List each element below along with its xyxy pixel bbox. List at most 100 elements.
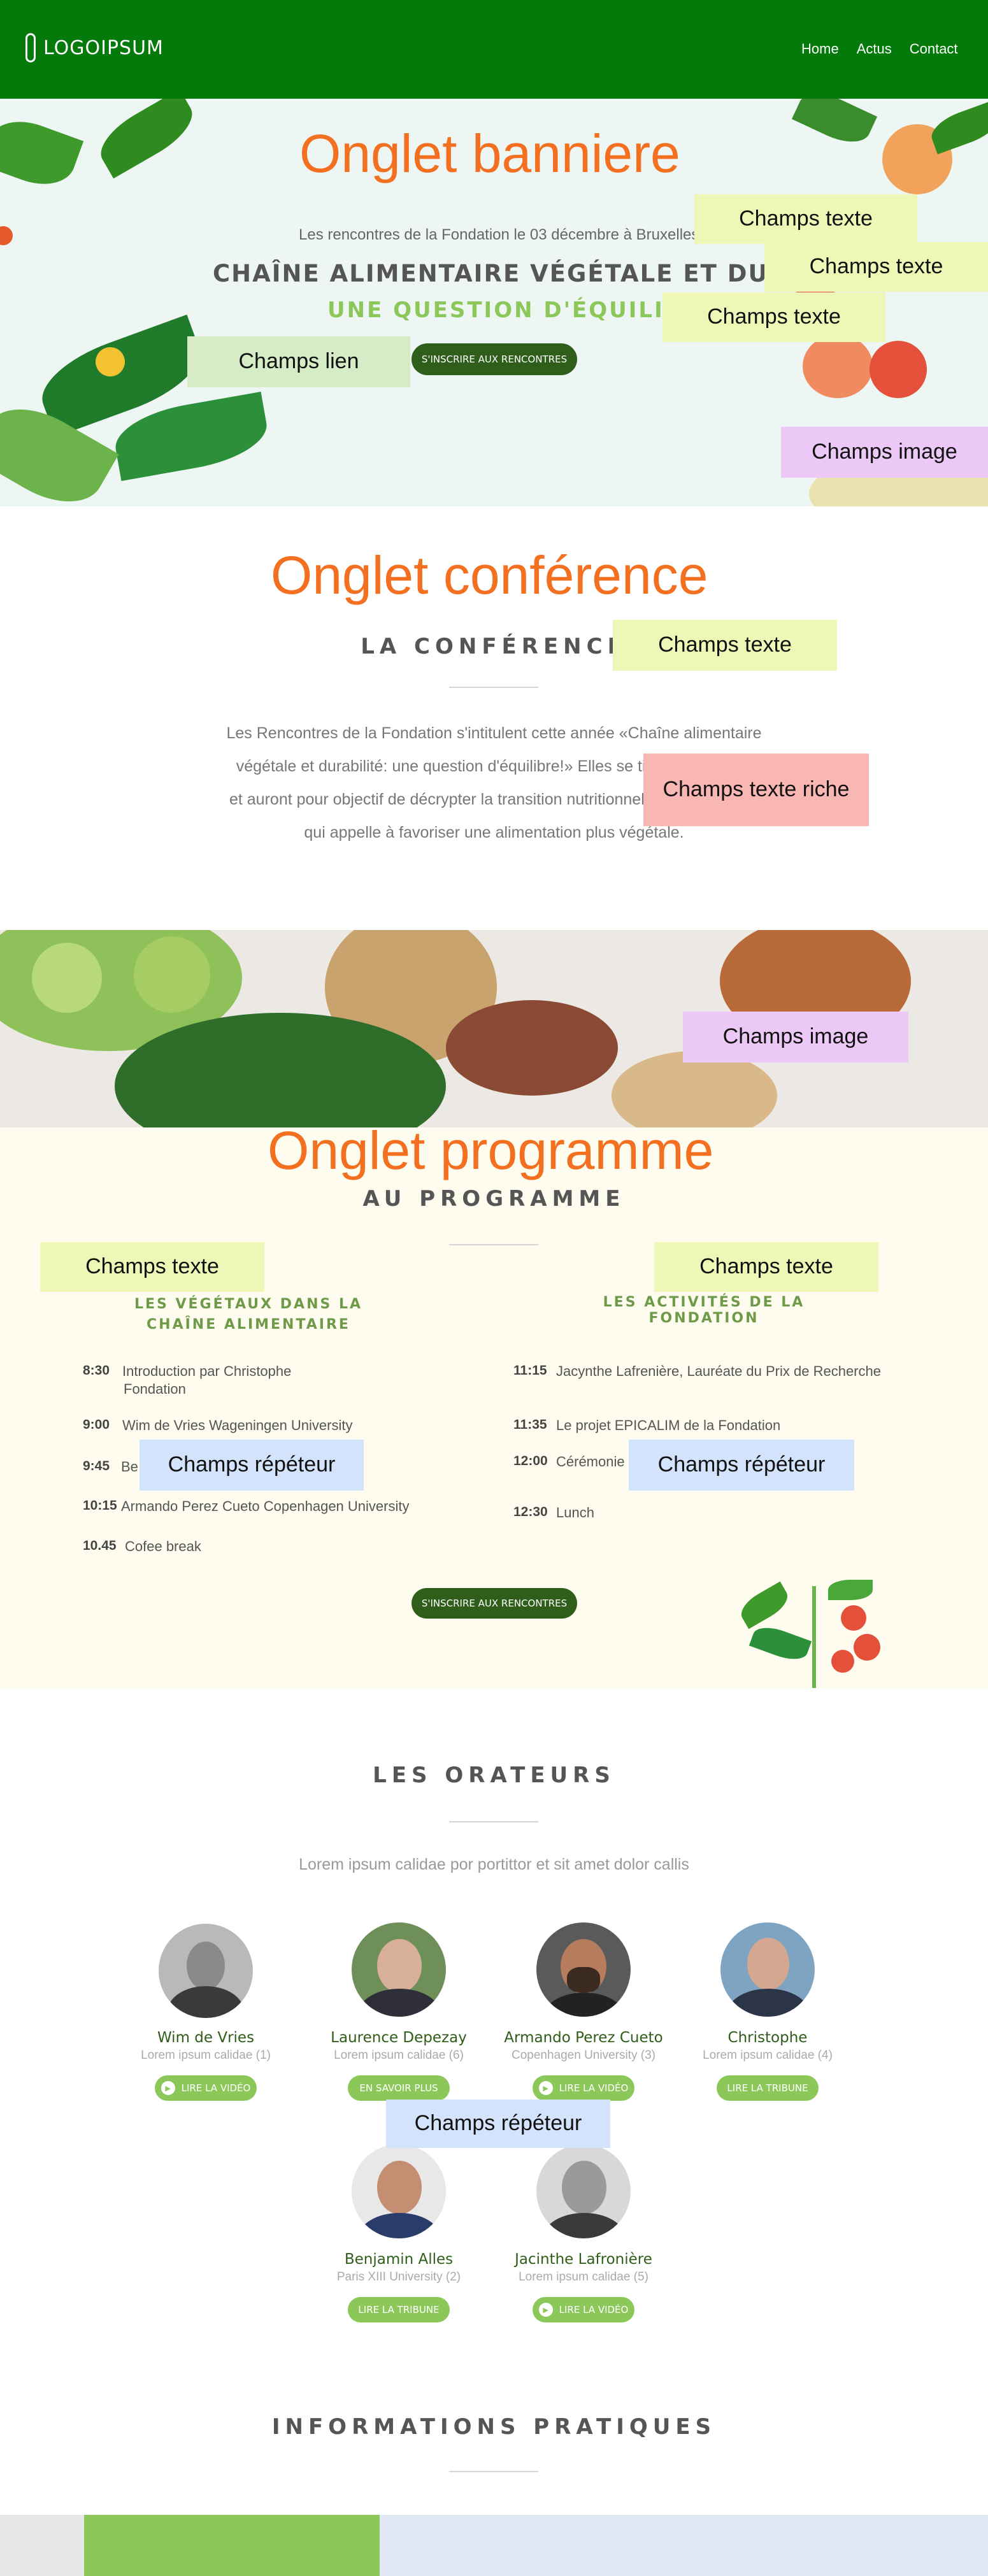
main-nav: Home Actus Contact [801,41,958,57]
programme-time: 12:00 [513,1454,548,1468]
onglet-conference-label: Onglet conférence [271,545,708,605]
programme-text: Introduction par Christophe [122,1363,292,1379]
speaker-subtitle: Copenhagen University (3) [511,2049,655,2062]
onglet-banniere-label: Onglet banniere [299,124,680,183]
speaker-name: Armando Perez Cueto [504,2029,663,2046]
play-icon: ▶ [538,2081,553,2095]
avatar [536,2144,631,2238]
orateurs-section: LES ORATEURS Lorem ipsum calidae por por… [0,1688,988,2357]
image-band: Champs image [0,930,988,1127]
tag-programme-champs-texte-right: Champs texte [654,1242,878,1292]
tag-champs-texte-3: Champs texte [662,292,885,342]
speaker-button-label: LIRE LA VIDÉO [559,2082,629,2094]
programme-time: 12:30 [513,1505,548,1519]
programme-time: 10.45 [83,1538,117,1553]
orateurs-intro: Lorem ipsum calidae por portittor et sit… [299,1856,689,1873]
programme-separator [449,1244,538,1245]
conference-separator [449,687,538,688]
programme-time: 10:15 [83,1498,117,1513]
logo-text: LOGOIPSUM [43,36,164,59]
map-tile [0,2515,84,2576]
speaker-subtitle: Lorem ipsum calidae (5) [519,2270,648,2284]
tag-programme-champs-texte-left: Champs texte [40,1242,264,1292]
programme-text-2: Fondation [124,1381,186,1397]
speaker-name: Christophe [727,2029,808,2046]
speaker-name: Benjamin Alles [344,2251,454,2268]
banner-date-line: Les rencontres de la Fondation le 03 déc… [299,226,699,243]
speaker-subtitle: Lorem ipsum calidae (1) [141,2049,271,2062]
speaker-button-label: EN SAVOIR PLUS [359,2082,438,2094]
programme-text: Cofee break [125,1538,201,1554]
conference-section: Onglet conférence LA CONFÉRENCE Les Renc… [0,506,988,930]
orateurs-title: LES ORATEURS [373,1763,615,1788]
banner-section: Onglet banniere Les rencontres de la Fon… [0,99,988,506]
speaker-video-button[interactable]: ▶ LIRE LA VIDÉO [533,2075,634,2101]
logo[interactable]: LOGOIPSUM [25,33,164,62]
speaker-subtitle: Paris XIII University (2) [336,2270,461,2284]
speaker-tribune-button[interactable]: LIRE LA TRIBUNE [348,2297,450,2322]
speaker-name: Wim de Vries [157,2029,255,2046]
onglet-programme-label: Onglet programme [268,1127,714,1180]
speaker-more-button[interactable]: EN SAVOIR PLUS [348,2075,450,2101]
nav-actus[interactable]: Actus [857,41,892,57]
infos-title: INFORMATIONS PRATIQUES [271,2414,717,2440]
tag-conference-champs-texte-riche: Champs texte riche [643,754,869,826]
speaker-button-label: LIRE LA VIDÉO [559,2304,629,2315]
speaker-tribune-button[interactable]: LIRE LA TRIBUNE [717,2075,819,2101]
avatar [352,2144,446,2238]
speaker-subtitle: Lorem ipsum calidae (4) [703,2049,833,2062]
nav-contact[interactable]: Contact [910,41,958,57]
infos-separator [449,2471,538,2472]
wheat-icon [25,33,36,62]
programme-text: Le projet EPICALIM de la Fondation [556,1417,781,1433]
conference-line-1: Les Rencontres de la Fondation s'intitul… [226,724,762,742]
green-panel [84,2515,380,2576]
programme-title: AU PROGRAMME [362,1186,626,1212]
avatar [159,1924,253,2018]
nav-home[interactable]: Home [801,41,839,57]
programme-time: 9:45 [83,1459,110,1473]
tag-orateurs-champs-repeteur: Champs répéteur [386,2100,610,2148]
programme-text: Cérémonie [556,1454,625,1470]
play-icon: ▶ [538,2303,553,2317]
avatar [536,1922,631,2017]
play-icon: ▶ [161,2081,175,2095]
tag-champs-lien: Champs lien [187,336,410,387]
tag-champs-texte-2: Champs texte [764,242,988,292]
peanuts-image [612,1051,777,1127]
programme-time: 11:15 [513,1363,547,1378]
programme-time: 11:35 [513,1417,547,1432]
programme-left-heading: LES VÉGÉTAUX DANS LA CHAÎNE ALIMENTAIRE [134,1296,363,1333]
programme-text: Armando Perez Cueto Copenhagen Universit… [121,1498,410,1514]
speaker-button-label: LIRE LA TRIBUNE [358,2304,440,2315]
programme-register-button[interactable]: S'INSCRIRE AUX RENCONTRES [412,1588,577,1619]
avatar [352,1922,446,2017]
tag-programme-champs-repeteur-right: Champs répéteur [629,1440,854,1491]
speaker-video-button[interactable]: ▶ LIRE LA VIDÉO [155,2075,257,2101]
site-header: LOGOIPSUM Home Actus Contact [0,0,988,99]
tag-programme-champs-repeteur-left: Champs répéteur [140,1440,364,1491]
programme-right-heading: LES ACTIVITÉS DE LA FONDATION [603,1294,805,1326]
programme-section: Onglet programme AU PROGRAMME Champs tex… [0,1127,988,1688]
tomato-plant-illustration [726,1573,905,1688]
speaker-video-button[interactable]: ▶ LIRE LA VIDÉO [533,2297,634,2322]
avatar [720,1922,815,2017]
tag-conference-champs-texte: Champs texte [613,620,837,671]
banner-register-button[interactable]: S'INSCRIRE AUX RENCONTRES [412,343,577,375]
speaker-button-label: LIRE LA TRIBUNE [727,2082,808,2094]
tag-image-band-champs-image: Champs image [683,1012,908,1063]
orateurs-separator [449,1821,538,1822]
programme-text: Jacynthe Lafrenière, Lauréate du Prix de… [556,1363,881,1379]
infos-section: INFORMATIONS PRATIQUES [0,2357,988,2576]
speaker-button-label: LIRE LA VIDÉO [181,2082,251,2094]
programme-time: 9:00 [83,1417,110,1432]
beans-image [446,1000,618,1096]
banner-illustration-left [0,99,293,506]
programme-text: Lunch [556,1505,594,1521]
tag-champs-texte-1: Champs texte [694,194,917,244]
speaker-name: Laurence Depezay [331,2029,467,2046]
speaker-name: Jacinthe Lafronière [515,2251,652,2268]
speaker-subtitle: Lorem ipsum calidae (6) [334,2049,464,2062]
programme-text: Be [121,1459,138,1475]
conference-title: LA CONFÉRENCE [361,634,627,659]
